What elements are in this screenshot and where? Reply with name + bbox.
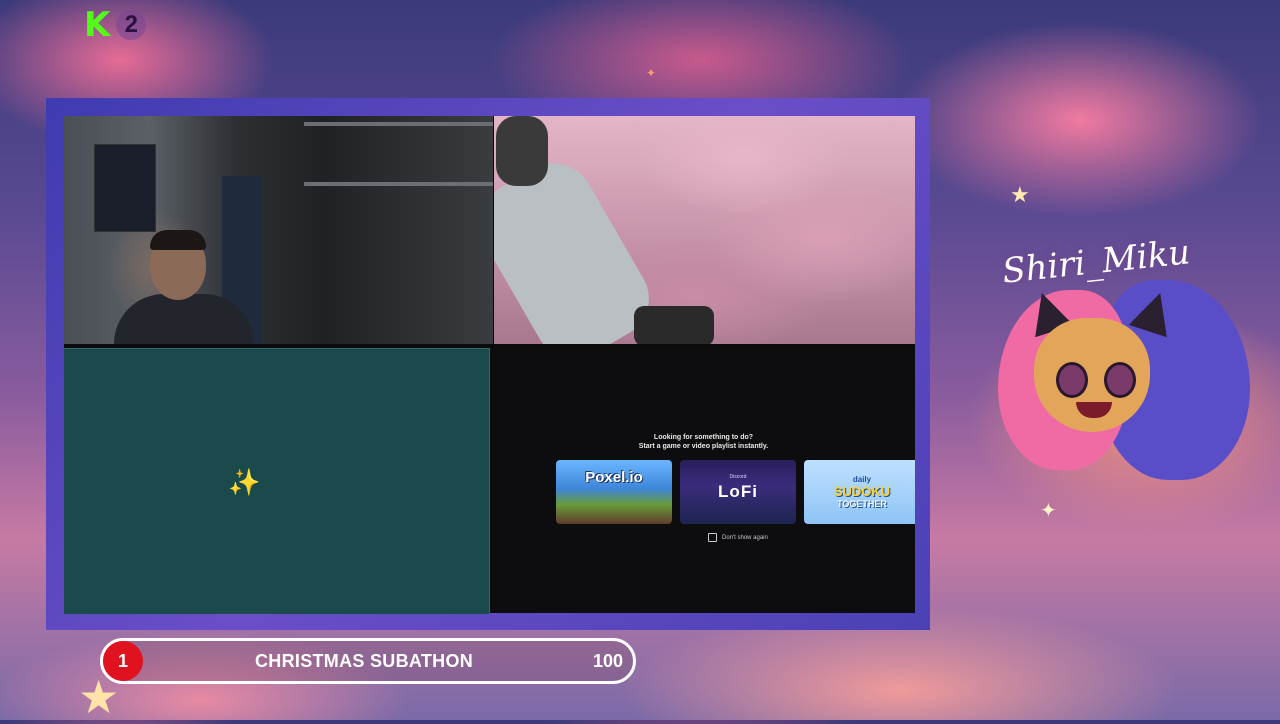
star-decoration: ✦: [646, 66, 657, 80]
video-call-grid: ✨ Looking for something to do? Start a g…: [64, 116, 915, 614]
prompt-line-1: Looking for something to do?: [653, 434, 754, 441]
webcam-tile-clouds[interactable]: [494, 116, 915, 344]
card-title: Poxel.io: [585, 468, 643, 486]
checkbox-icon[interactable]: [708, 533, 717, 542]
goal-badge: 1: [103, 641, 143, 681]
activity-launcher-tile: Looking for something to do? Start a gam…: [492, 348, 915, 613]
card-badge: Discord: [729, 474, 747, 480]
kick-number-badge: 2: [116, 10, 147, 40]
activity-card-sudoku[interactable]: daily SUDOKU TOGETHER: [804, 460, 915, 524]
bunk-bed: [304, 122, 493, 186]
activity-cards: Poxel.io Discord LoFi daily SUDOKU TOGET…: [556, 460, 915, 524]
subathon-goal-bar: 1 CHRISTMAS SUBATHON 100: [100, 638, 636, 684]
activity-card-lofi[interactable]: Discord LoFi: [680, 460, 796, 524]
star-decoration: ★: [1010, 182, 1030, 207]
dark-object: [634, 306, 714, 344]
prompt-line-2: Start a game or video playlist instantly…: [638, 443, 769, 450]
checkbox-label: Don't show again: [722, 534, 768, 541]
dont-show-again-checkbox[interactable]: Don't show again: [708, 533, 768, 542]
wall-poster: [94, 144, 156, 232]
card-title: daily SUDOKU TOGETHER: [833, 475, 891, 509]
star-decoration: ✦: [1040, 500, 1057, 522]
avatar-eye: [1104, 362, 1136, 398]
goal-label: CHRISTMAS SUBATHON: [255, 651, 474, 671]
goal-count: 100: [592, 651, 623, 671]
activity-prompt: Looking for something to do? Start a gam…: [492, 433, 915, 451]
webcam-tile-user[interactable]: [64, 116, 493, 344]
avatar-eye: [1056, 362, 1088, 398]
card-title: LoFi: [718, 482, 758, 501]
kick-logo: K 2: [84, 5, 147, 45]
activity-card-poxel[interactable]: Poxel.io: [556, 460, 672, 524]
kick-k-icon: K: [84, 5, 111, 45]
stream-frame: ✨ Looking for something to do? Start a g…: [46, 98, 930, 630]
cap-object: [496, 116, 548, 186]
game-sprite-icon: ✨: [228, 467, 261, 497]
screen-share-tile[interactable]: ✨: [64, 348, 490, 614]
person: [114, 228, 254, 344]
